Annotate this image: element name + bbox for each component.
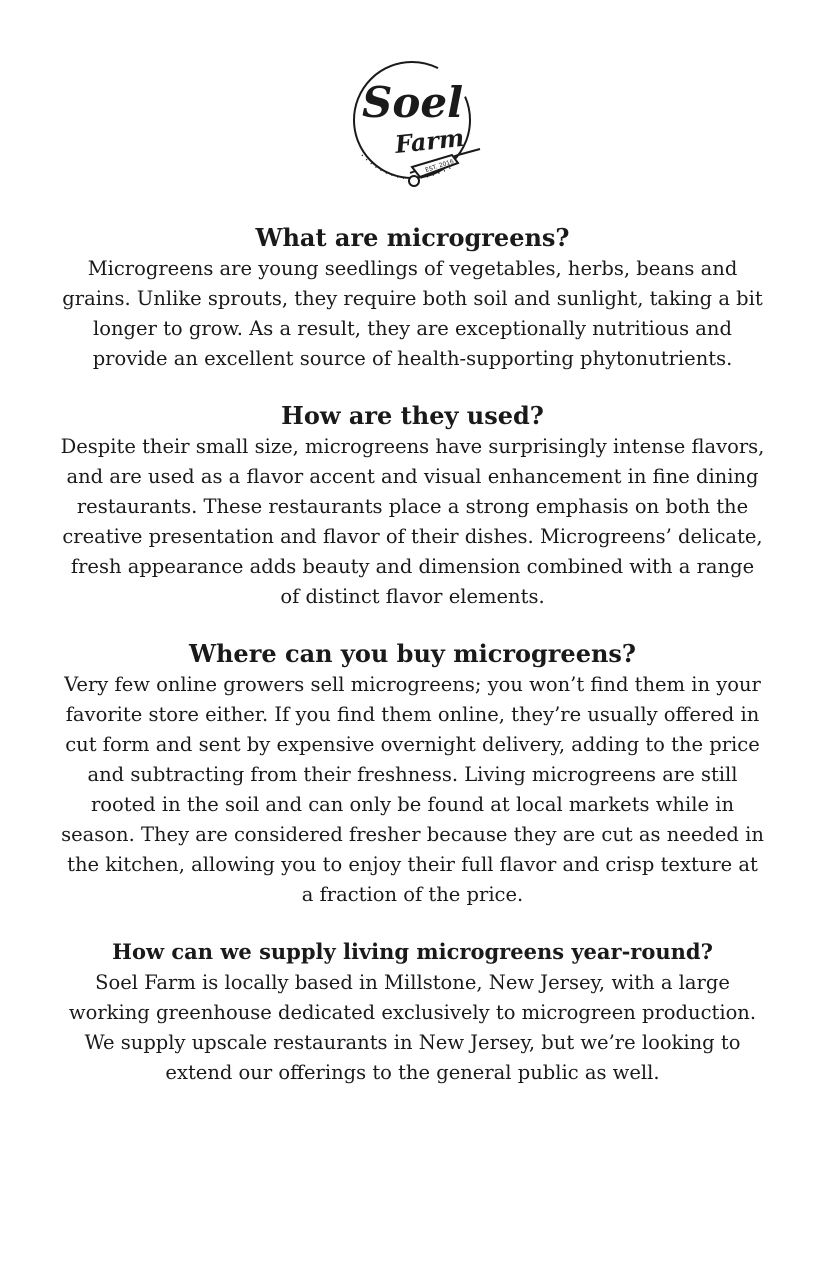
section-body: Microgreens are young seedlings of veget… [62, 257, 763, 370]
section-how-are-they-used: How are they used? Despite their small s… [60, 400, 765, 612]
section-what-are-microgreens: What are microgreens? Microgreens are yo… [60, 222, 765, 374]
section-heading: How can we supply living microgreens yea… [112, 939, 713, 964]
section-body: Despite their small size, microgreens ha… [60, 435, 765, 608]
section-body: Soel Farm is locally based in Millstone,… [68, 971, 757, 1084]
soel-farm-logo: Soel Farm EST. 2016 [340, 55, 490, 195]
logo-emblem: Soel Farm EST. 2016 [353, 61, 481, 187]
section-body: Very few online growers sell microgreens… [61, 673, 764, 906]
section-where-to-buy: Where can you buy microgreens? Very few … [60, 638, 765, 910]
section-heading: What are microgreens? [255, 223, 570, 252]
section-heading: Where can you buy microgreens? [189, 639, 636, 668]
article: What are microgreens? Microgreens are yo… [60, 222, 765, 1114]
section-year-round-supply: How can we supply living microgreens yea… [60, 936, 765, 1088]
logo-text-soel: Soel [362, 78, 463, 127]
section-heading: How are they used? [281, 401, 544, 430]
logo-text-farm: Farm [393, 123, 466, 159]
